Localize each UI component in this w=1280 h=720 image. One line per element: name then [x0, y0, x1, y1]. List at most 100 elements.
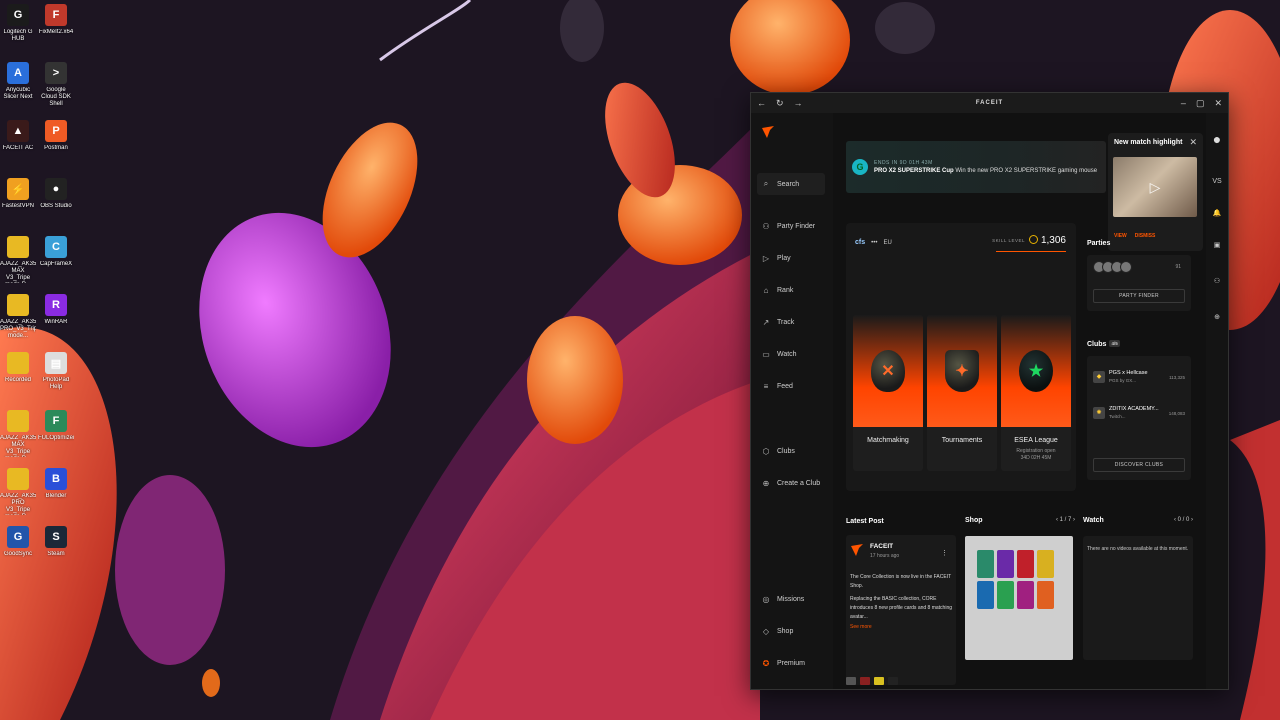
sidebar-item-feed[interactable]: ≡ Feed: [757, 375, 825, 397]
mode-card-esea-league[interactable]: ★ ESEA League Registration open 34D 02H 45…: [1001, 315, 1071, 471]
post-card[interactable]: FACEIT 17 hours ago ⋮ The Core Collectio…: [846, 535, 956, 685]
sidebar-item-play[interactable]: ▷ Play: [757, 247, 825, 269]
desktop-icon[interactable]: ● OBS Studio: [38, 178, 74, 232]
desktop-icon[interactable]: S Steam: [38, 526, 74, 580]
versus-icon[interactable]: VS: [1209, 173, 1225, 189]
desktop-icon[interactable]: R WinRAR: [38, 294, 74, 348]
faceit-logo-icon[interactable]: [761, 125, 775, 139]
promo-banner[interactable]: G ENDS IN 9D 01H 43M PRO X2 SUPERSTRIKE …: [846, 141, 1106, 193]
close-icon[interactable]: ✕: [1214, 98, 1222, 109]
sidebar-item-watch[interactable]: ▭ Watch: [757, 343, 825, 365]
desktop-icon[interactable]: AJAZZ_AK35I PRO V3_Tripe mode R...: [0, 468, 36, 522]
winrar-icon: R: [45, 294, 67, 316]
desktop-icon[interactable]: AJAZZ_AK35I PRO_V3_Tripe mode...: [0, 294, 36, 348]
sidebar-item-shop[interactable]: ◇ Shop: [757, 620, 825, 642]
sidebar-item-label: Missions: [777, 595, 805, 603]
desktop-icon[interactable]: A Anycubic Slicer Next: [0, 62, 36, 116]
skill-level[interactable]: SKILL LEVEL 1,306: [992, 235, 1066, 246]
chat-icon[interactable]: ▣: [1209, 237, 1225, 253]
desktop-icon-label: WinRAR: [44, 319, 68, 325]
optimizer-icon: F: [45, 410, 67, 432]
play-panel: cfs ••• EU SKILL LEVEL 1,306 ✕ Matchmakin…: [846, 223, 1076, 491]
club-row[interactable]: ✺ ZDITIX ACADEMY... Twitch... 148,083: [1093, 398, 1185, 428]
game-icon[interactable]: cfs: [855, 239, 865, 246]
dismiss-button[interactable]: DISMISS: [1135, 233, 1156, 239]
post-menu-icon[interactable]: ⋮: [941, 549, 948, 557]
see-more-link[interactable]: See more: [850, 624, 952, 630]
desktop-icon-label: AJAZZ_AK35I PRO_V3_Tripe mode...: [0, 319, 36, 339]
skill-progress-bar: [996, 251, 1066, 252]
desktop-icon[interactable]: Recorded: [0, 352, 36, 406]
notification-bell-icon[interactable]: 🔔: [1209, 205, 1225, 221]
close-icon[interactable]: ✕: [1189, 137, 1197, 148]
discover-clubs-button[interactable]: DISCOVER CLUBS: [1093, 458, 1185, 472]
mode-sublabel: Registration open 34D 02H 45M: [1016, 448, 1056, 461]
sidebar-item-label: Clubs: [777, 447, 795, 455]
desktop-icon[interactable]: ▤ PhotoPad Help: [38, 352, 74, 406]
sidebar-item-clubs[interactable]: ⬡ Clubs: [757, 440, 825, 462]
sidebar-item-search[interactable]: ⌕ Search: [757, 173, 825, 195]
logitech-logo-icon: G: [852, 159, 868, 175]
desktop-icon[interactable]: C CapFrameX: [38, 236, 74, 290]
region-label[interactable]: EU: [883, 240, 891, 246]
desktop-icon[interactable]: AJAZZ_AK35I MAX V3_Tripe mode R...: [0, 236, 36, 290]
desktop-icon[interactable]: G GoodSync: [0, 526, 36, 580]
desktop-icon[interactable]: F FULOptimizer: [38, 410, 74, 464]
clubs-section: Clubs 4/5 ◆ PGS x Hellcase PGS by GX... 113,…: [1087, 340, 1191, 480]
faceit-avatar-icon: [851, 544, 863, 556]
desktop-icon-label: Logitech G HUB: [3, 29, 33, 42]
logitech-g-hub-icon: G: [7, 4, 29, 26]
post-body-2: Replacing the BASIC collection, CORE int…: [850, 596, 953, 620]
desktop-icon[interactable]: > Google Cloud SDK Shell: [38, 62, 74, 116]
sidebar-item-track[interactable]: ↗ Track: [757, 311, 825, 333]
sidebar-item-missions[interactable]: ◎ Missions: [757, 588, 825, 610]
back-arrow-icon[interactable]: ←: [757, 98, 766, 109]
watch-empty-state: There are no videos available at this mo…: [1083, 536, 1193, 660]
sidebar-item-premium[interactable]: ✪ Premium: [757, 652, 825, 674]
desktop-icon[interactable]: ⚡ FastestVPN: [0, 178, 36, 232]
party-finder-button[interactable]: PARTY FINDER: [1093, 289, 1185, 303]
sidebar-item-label: Watch: [777, 350, 797, 358]
sidebar-item-rank[interactable]: ⌂ Rank: [757, 279, 825, 301]
watch-pager[interactable]: ‹ 0 / 0 ›: [1174, 517, 1193, 523]
sidebar-item-create-a-club[interactable]: ⊕ Create a Club: [757, 472, 825, 494]
club-row[interactable]: ◆ PGS x Hellcase PGS by GX... 113,325: [1093, 362, 1185, 392]
latest-post-section: Latest Post FACEIT 17 hours ago ⋮ The Co…: [846, 518, 956, 685]
friends-icon[interactable]: ⚇: [1209, 273, 1225, 289]
shop-collection-image[interactable]: [965, 536, 1073, 660]
maximize-icon[interactable]: ▢: [1196, 98, 1205, 109]
desktop-icon[interactable]: AJAZZ_AK35I MAX V3_Tripe mode R...: [0, 410, 36, 464]
desktop-icon[interactable]: G Logitech G HUB: [0, 4, 36, 58]
mode-card-tournaments[interactable]: ✦ Tournaments: [927, 315, 997, 471]
desktop-icon[interactable]: P Postman: [38, 120, 74, 174]
elo-value: 1,306: [1029, 235, 1066, 246]
sidebar-item-party-finder[interactable]: ⚇ Party Finder: [757, 215, 825, 237]
banner-title: PRO X2 SUPERSTRIKE Cup: [874, 168, 954, 174]
shop-pager[interactable]: ‹ 1 / 7 ›: [1056, 517, 1075, 523]
desktop-icon[interactable]: F FixMeIt2.x64: [38, 4, 74, 58]
minimize-icon[interactable]: –: [1181, 98, 1186, 109]
title-bar: ← ↻ → FACEIT – ▢ ✕: [751, 93, 1228, 113]
refresh-icon[interactable]: ↻: [776, 98, 784, 109]
highlight-thumbnail[interactable]: ▷: [1113, 157, 1197, 217]
feed-icon: ≡: [763, 381, 769, 391]
view-button[interactable]: VIEW: [1114, 233, 1127, 239]
track-icon: ↗: [762, 317, 770, 327]
mode-label: Matchmaking: [867, 437, 909, 444]
fixmeit-icon: F: [45, 4, 67, 26]
desktop-icon[interactable]: ▲ FACEIT AC: [0, 120, 36, 174]
desktop-icon-label: FACEIT AC: [2, 145, 34, 151]
add-icon[interactable]: ⊕: [1209, 309, 1225, 325]
avatar-icon[interactable]: ●: [1209, 131, 1225, 147]
desktop-icon[interactable]: B Blender: [38, 468, 74, 522]
highlight-title: New match highlight: [1114, 139, 1183, 146]
rank-icon: ⌂: [763, 285, 769, 295]
forward-arrow-icon[interactable]: →: [794, 98, 803, 109]
parties-section: Parties 91 PARTY FINDER: [1087, 240, 1191, 311]
more-icon[interactable]: •••: [871, 240, 877, 246]
desktop-icon-label: FastestVPN: [1, 203, 34, 209]
desktop-icon-label: FixMeIt2.x64: [38, 29, 74, 35]
sidebar-item-label: Feed: [777, 382, 793, 390]
mode-card-matchmaking[interactable]: ✕ Matchmaking: [853, 315, 923, 471]
desktop-icon-label: OBS Studio: [40, 203, 72, 209]
